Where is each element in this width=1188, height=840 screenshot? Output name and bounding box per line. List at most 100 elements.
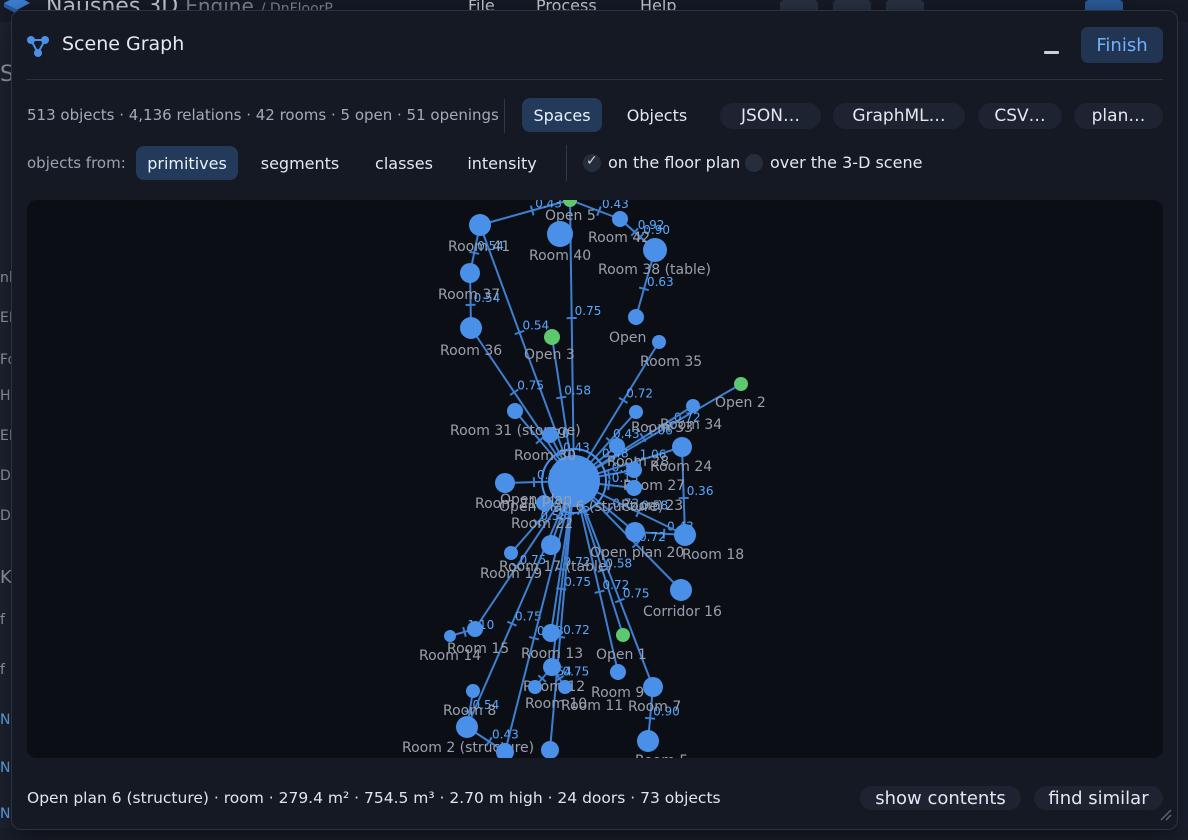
graph-node[interactable] <box>460 317 482 339</box>
floor-plan-option-label[interactable]: on the floor plan <box>608 153 740 172</box>
graph-node[interactable] <box>616 628 630 642</box>
minimize-button[interactable] <box>1041 37 1063 59</box>
floor-plan-checkbox[interactable] <box>583 153 601 172</box>
bg-text: N <box>0 806 11 822</box>
graph-node[interactable] <box>467 621 483 637</box>
source-classes[interactable]: classes <box>364 146 444 180</box>
source-intensity[interactable]: intensity <box>458 146 546 180</box>
node-label: Room 7 <box>628 699 681 715</box>
graph-node[interactable] <box>610 664 626 680</box>
node-label: Room 17 (table) <box>499 559 612 575</box>
node-label: Room 14 <box>419 648 481 664</box>
divider <box>26 79 1163 80</box>
source-primitives[interactable]: primitives <box>136 146 238 180</box>
graph-node[interactable] <box>629 405 643 419</box>
node-label: Room 24 <box>650 459 712 475</box>
node-label: Open plan <box>500 492 572 508</box>
export-json-button[interactable]: JSON… <box>720 103 821 129</box>
node-label: Room 31 (storage) <box>450 423 581 439</box>
graph-node[interactable] <box>541 741 559 758</box>
graph-node[interactable] <box>643 677 663 697</box>
graph-node[interactable] <box>563 200 577 207</box>
node-label: Room 41 <box>448 239 510 255</box>
graph-node[interactable] <box>547 221 573 247</box>
graph-node[interactable] <box>504 546 518 560</box>
bg-text: N <box>0 712 11 728</box>
graph-node[interactable] <box>558 680 572 694</box>
edge-weight-label: 0.54 <box>522 319 549 333</box>
graph-stats: 513 objects · 4,136 relations · 42 rooms… <box>27 106 499 124</box>
show-contents-button[interactable]: show contents <box>860 786 1021 810</box>
graph-node[interactable] <box>542 427 558 443</box>
graph-node[interactable] <box>612 211 628 227</box>
edge-weight-label: 0.75 <box>623 586 650 600</box>
graph-node[interactable] <box>456 716 478 738</box>
graph-node[interactable] <box>643 238 667 262</box>
find-similar-button[interactable]: find similar <box>1034 786 1163 810</box>
graph-node[interactable] <box>652 335 666 349</box>
node-label: Room 37 <box>438 287 500 303</box>
graph-node[interactable] <box>686 399 700 413</box>
graph-node[interactable] <box>507 403 523 419</box>
graph-nodes-icon <box>27 36 49 57</box>
node-label: Room 23 <box>621 498 683 514</box>
graph-node[interactable] <box>625 522 645 542</box>
bg-text: D <box>0 508 11 524</box>
graph-node[interactable] <box>626 480 642 496</box>
scene-overlay-option-label[interactable]: over the 3-D scene <box>770 153 922 172</box>
source-segments[interactable]: segments <box>250 146 350 180</box>
objects-from-label: objects from: <box>27 154 126 172</box>
node-label: Room 40 <box>529 248 591 264</box>
edge-weight-label: 0.36 <box>687 484 714 498</box>
edge-weight-label: 0.75 <box>563 665 590 679</box>
edge-tick <box>529 205 535 216</box>
divider <box>566 145 567 181</box>
dialog-title: Scene Graph <box>62 33 185 55</box>
graph-node[interactable] <box>542 624 560 642</box>
graph-node[interactable] <box>637 730 659 752</box>
scene-graph-plot[interactable]: 0.540.750.43 0.430.900.920.630.540.540.75… <box>27 200 1163 758</box>
graph-node[interactable] <box>674 524 696 546</box>
graph-node[interactable] <box>670 579 692 601</box>
bg-text: f <box>0 662 5 678</box>
bg-text: N <box>0 760 11 776</box>
resize-grip-icon[interactable] <box>1158 807 1172 821</box>
finish-button[interactable]: Finish <box>1081 27 1163 63</box>
node-label: Room 42 <box>588 230 650 246</box>
export-csv-button[interactable]: CSV… <box>978 103 1062 129</box>
graph-node[interactable] <box>528 680 542 694</box>
graph-node[interactable] <box>609 438 625 454</box>
graph-node[interactable] <box>628 309 644 325</box>
graph-node[interactable] <box>575 483 589 497</box>
node-label: Room 22 <box>511 516 573 532</box>
graph-node[interactable] <box>444 630 456 642</box>
graph-node[interactable] <box>466 684 480 698</box>
edge-tick <box>462 626 467 638</box>
graph-node[interactable] <box>734 377 748 391</box>
tab-objects[interactable]: Objects <box>616 98 698 132</box>
graph-node[interactable] <box>460 263 480 283</box>
node-label: Room 36 <box>440 343 502 359</box>
tab-spaces[interactable]: Spaces <box>522 98 602 132</box>
divider <box>504 99 505 133</box>
node-label: Room 2 (structure) <box>402 740 534 756</box>
edge-weight-label: 0.75 <box>517 378 544 392</box>
graph-node[interactable] <box>543 658 561 676</box>
graph-node[interactable] <box>544 329 560 345</box>
export-graphml-button[interactable]: GraphML… <box>833 103 965 129</box>
graph-node[interactable] <box>541 535 561 555</box>
scene-graph-canvas[interactable]: 0.54 0.75 0.43 0.43 0.90 0.92 0.63 0.54 0.54 0.75… <box>27 200 1163 758</box>
graph-node[interactable] <box>469 214 491 236</box>
node-label: Room 5 <box>635 753 688 758</box>
edge-weight-label: 0.72 <box>563 623 590 637</box>
edge-weight-label: 0.72 <box>626 386 653 400</box>
graph-node[interactable] <box>495 473 515 493</box>
graph-node[interactable] <box>626 462 642 478</box>
node-label: Open 5 <box>545 208 596 224</box>
export-plan-button[interactable]: plan… <box>1074 103 1163 129</box>
scene-overlay-checkbox[interactable] <box>745 154 763 172</box>
graph-node[interactable] <box>672 437 692 457</box>
scene-graph-dialog: Scene Graph Finish 513 objects · 4,136 r… <box>11 10 1178 830</box>
node-label: Open 1 <box>596 647 647 663</box>
node-label: Room 38 (table) <box>598 262 711 278</box>
